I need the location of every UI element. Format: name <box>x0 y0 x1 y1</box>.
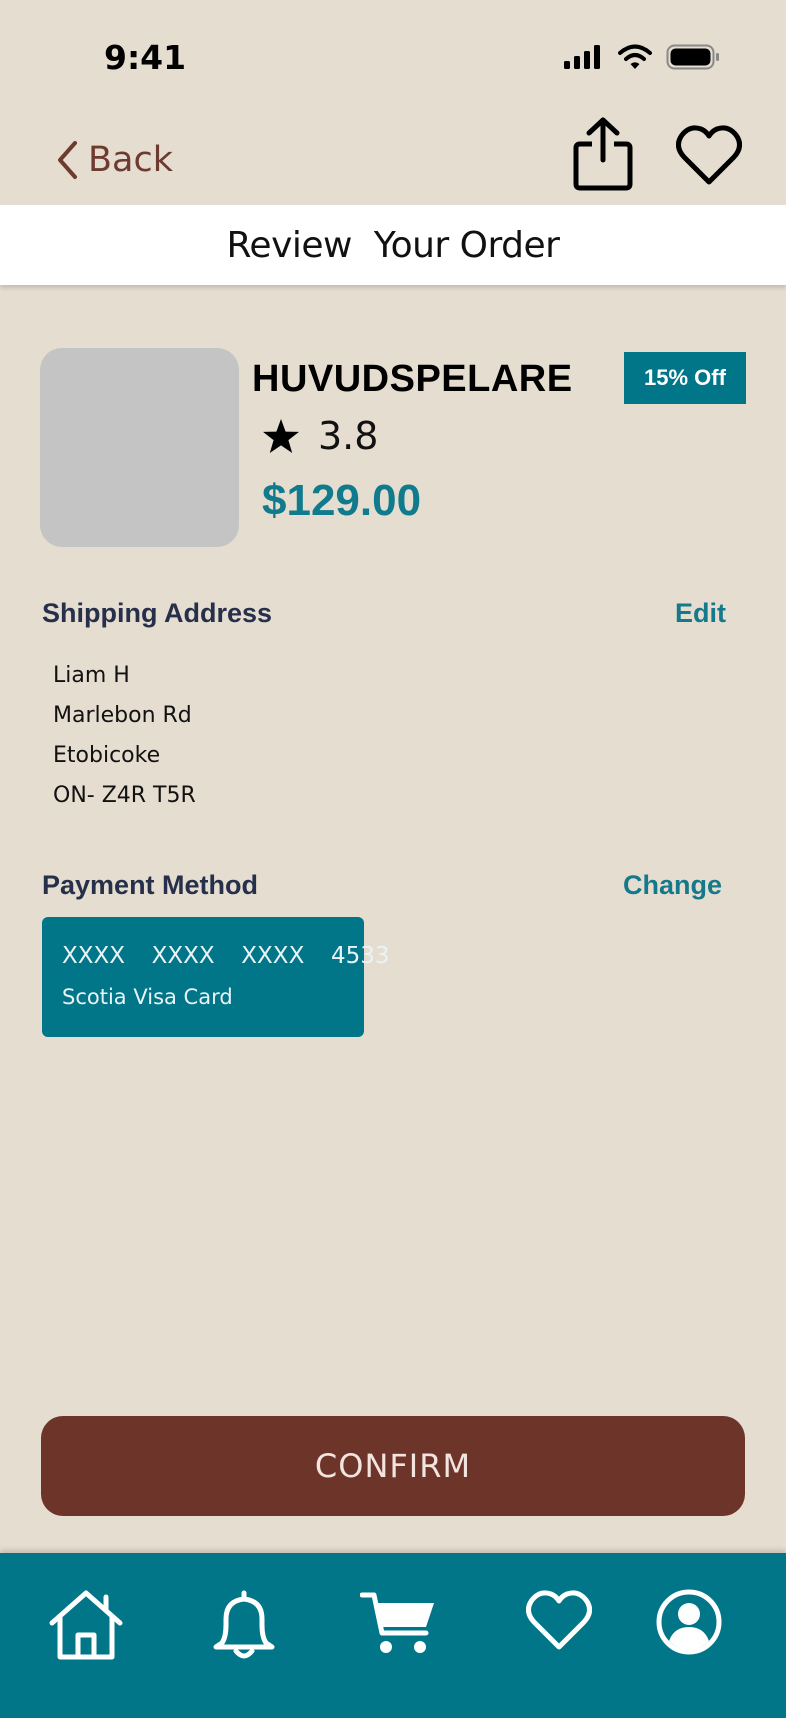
product-price: $129.00 <box>262 476 422 525</box>
profile-icon <box>656 1589 722 1655</box>
status-bar: 9:41 <box>0 0 786 110</box>
confirm-label: CONFIRM <box>314 1447 472 1485</box>
favorite-button[interactable] <box>676 124 742 191</box>
tab-home[interactable] <box>48 1589 124 1666</box>
product-name: HUVUDSPELARE <box>252 358 573 400</box>
tab-favorites[interactable] <box>526 1589 592 1656</box>
status-time: 9:41 <box>104 38 187 77</box>
battery-icon <box>666 44 719 70</box>
page-title: Review Your Order <box>226 224 560 266</box>
cellular-signal-icon <box>564 45 600 69</box>
star-icon <box>263 419 299 453</box>
payment-method-title: Payment Method <box>42 870 259 900</box>
heart-icon <box>526 1590 592 1650</box>
address-line: Liam H <box>53 663 130 688</box>
product-image <box>40 348 239 547</box>
confirm-button[interactable]: CONFIRM <box>41 1416 745 1516</box>
discount-badge: 15% Off <box>624 352 746 404</box>
heart-icon <box>676 125 742 185</box>
back-label: Back <box>88 140 173 180</box>
card-number: XXXX XXXX XXXX 4533 <box>62 943 390 969</box>
wifi-icon <box>618 44 652 69</box>
home-icon <box>49 1590 123 1660</box>
address-line: Marlebon Rd <box>53 703 192 728</box>
address-line: Etobicoke <box>53 743 161 768</box>
status-icons <box>564 44 720 70</box>
share-button[interactable] <box>572 116 634 197</box>
share-icon <box>573 117 633 191</box>
card-name: Scotia Visa Card <box>62 985 233 1009</box>
nav-bar: Back <box>0 110 786 205</box>
edit-address-link[interactable]: Edit <box>675 598 726 629</box>
title-bar: Review Your Order <box>0 205 786 285</box>
tab-profile[interactable] <box>656 1589 722 1660</box>
shipping-address-title: Shipping Address <box>42 598 273 628</box>
tab-notifications[interactable] <box>212 1589 276 1666</box>
change-payment-link[interactable]: Change <box>623 870 722 901</box>
product-rating: 3.8 <box>262 414 378 458</box>
payment-card[interactable]: XXXX XXXX XXXX 4533 Scotia Visa Card <box>42 917 389 1037</box>
tab-cart[interactable] <box>359 1589 436 1664</box>
cart-icon <box>359 1592 434 1653</box>
chevron-left-icon <box>58 141 77 179</box>
rating-value: 3.8 <box>318 414 379 458</box>
bell-icon <box>213 1590 275 1659</box>
address-line: ON- Z4R T5R <box>53 783 196 808</box>
tab-bar <box>0 1553 786 1718</box>
back-button[interactable]: Back <box>56 140 173 180</box>
